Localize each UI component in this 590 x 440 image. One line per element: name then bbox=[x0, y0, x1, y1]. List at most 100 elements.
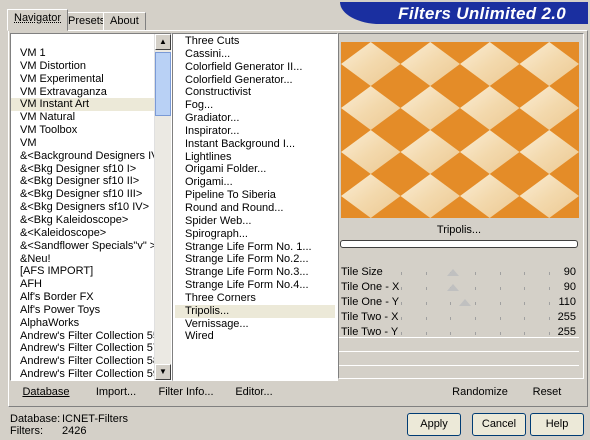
filter-item[interactable]: Colorfield Generator II... bbox=[175, 61, 335, 74]
scroll-up-button[interactable]: ▲ bbox=[155, 34, 171, 50]
slider-tick bbox=[425, 317, 427, 320]
progress-bar bbox=[340, 240, 578, 248]
category-item[interactable]: Andrew's Filter Collection 57 bbox=[11, 342, 159, 355]
filter-list[interactable]: Three Cuts Cassini... Colorfield Generator… bbox=[172, 33, 338, 381]
param-label: Tile Size bbox=[341, 266, 383, 278]
category-item[interactable]: Alf's Power Toys bbox=[11, 304, 155, 317]
filter-items: Three Cuts Cassini... Colorfield Generator… bbox=[175, 35, 335, 343]
scroll-down-button[interactable]: ▼ bbox=[155, 364, 171, 380]
param-label: Tile Two - X bbox=[341, 311, 399, 323]
filter-item[interactable]: Strange Life Form No.2... bbox=[175, 253, 335, 266]
category-item[interactable]: &<Bkg Designer sf10 III> bbox=[11, 188, 155, 201]
category-item[interactable]: VM Instant Art bbox=[11, 98, 155, 112]
reset-button[interactable]: Reset bbox=[530, 386, 564, 398]
filter-item[interactable]: Tripolis... bbox=[175, 304, 335, 318]
filter-item[interactable]: Vernissage... bbox=[175, 318, 335, 331]
help-button[interactable]: Help bbox=[530, 413, 584, 436]
param-slider-row[interactable]: Tile One - Y 110 bbox=[339, 296, 579, 310]
category-list[interactable]: VM 1 VM Distortion VM Experimental VM Extra… bbox=[10, 33, 172, 381]
filter-item[interactable]: Origami Folder... bbox=[175, 163, 335, 176]
tab-about[interactable]: About bbox=[103, 12, 146, 30]
filter-item[interactable]: Lightlines bbox=[175, 151, 335, 164]
category-item[interactable]: Alf's Border FX bbox=[11, 291, 155, 304]
cancel-button[interactable]: Cancel bbox=[472, 413, 526, 436]
slider-thumb[interactable] bbox=[446, 284, 459, 291]
category-item[interactable]: VM Distortion bbox=[11, 60, 155, 73]
randomize-label: Randomize bbox=[452, 386, 508, 398]
slider-tick bbox=[524, 317, 526, 320]
filter-item[interactable]: Three Cuts bbox=[175, 35, 335, 48]
filter-item[interactable]: Strange Life Form No. 1... bbox=[175, 241, 335, 254]
filter-item[interactable]: Spirograph... bbox=[175, 228, 335, 241]
category-item[interactable]: Andrew's Filter Collection 58 bbox=[11, 355, 159, 368]
param-slider-track[interactable] bbox=[401, 284, 550, 293]
slider-tick bbox=[499, 272, 501, 275]
category-item[interactable]: &<Background Designers IV> bbox=[11, 150, 165, 163]
category-item[interactable]: [AFS IMPORT] bbox=[11, 265, 155, 278]
filter-item[interactable]: Inspirator... bbox=[175, 125, 335, 138]
category-item[interactable]: AFH bbox=[11, 278, 155, 291]
slider-tick bbox=[475, 287, 476, 290]
param-slider-row[interactable]: Tile One - X 90 bbox=[339, 281, 579, 295]
filter-item[interactable]: Origami... bbox=[175, 176, 335, 189]
filter-info-button[interactable]: Filter Info... bbox=[158, 386, 214, 398]
filter-item[interactable]: Pipeline To Siberia bbox=[175, 189, 335, 202]
category-item[interactable]: VM Experimental bbox=[11, 73, 155, 86]
editor-button[interactable]: Editor... bbox=[234, 386, 274, 398]
filter-item[interactable]: Strange Life Form No.3... bbox=[175, 266, 335, 279]
empty-param-row bbox=[339, 337, 579, 352]
category-item[interactable]: &<Bkg Designer sf10 I> bbox=[11, 163, 155, 176]
category-item[interactable]: &<Sandflower Specials"v" > bbox=[11, 240, 156, 253]
category-item[interactable]: &Neu! bbox=[11, 253, 155, 266]
category-item[interactable]: VM bbox=[11, 137, 155, 150]
param-slider-track[interactable] bbox=[401, 269, 550, 278]
apply-label: Apply bbox=[420, 418, 448, 430]
filter-item[interactable]: Colorfield Generator... bbox=[175, 74, 335, 87]
param-slider-row[interactable]: Tile Size 90 bbox=[339, 266, 579, 280]
filter-item[interactable]: Instant Background I... bbox=[175, 138, 335, 151]
category-item[interactable]: VM Natural bbox=[11, 111, 155, 124]
filter-item[interactable]: Three Corners bbox=[175, 292, 335, 305]
filter-name-button[interactable]: Tripolis... bbox=[340, 224, 578, 238]
category-item[interactable]: &<Bkg Kaleidoscope> bbox=[11, 214, 155, 227]
scroll-thumb[interactable] bbox=[155, 52, 171, 116]
category-item[interactable]: Andrew's Filter Collection 55 bbox=[11, 330, 159, 343]
tab-navigator[interactable]: Navigator bbox=[7, 9, 69, 31]
status-database-value: ICNET-Filters bbox=[62, 413, 128, 425]
param-slider-track[interactable] bbox=[401, 317, 550, 323]
category-item[interactable]: &<Bkg Designer sf10 II> bbox=[11, 175, 155, 188]
category-item[interactable]: VM 1 bbox=[11, 47, 155, 60]
category-item[interactable]: AlphaWorks bbox=[11, 317, 155, 330]
slider-tick bbox=[524, 302, 526, 305]
filter-item[interactable]: Gradiator... bbox=[175, 112, 335, 125]
filter-item[interactable]: Cassini... bbox=[175, 48, 335, 61]
filter-item[interactable]: Fog... bbox=[175, 99, 335, 112]
app-banner: Filters Unlimited 2.0 bbox=[340, 2, 588, 24]
filter-item[interactable]: Wired bbox=[175, 330, 335, 343]
category-item[interactable]: VM Extravaganza bbox=[11, 86, 155, 99]
slider-tick bbox=[425, 332, 427, 335]
filter-item[interactable]: Spider Web... bbox=[175, 215, 335, 228]
slider-thumb[interactable] bbox=[446, 269, 459, 276]
param-slider-row[interactable]: Tile Two - X 255 bbox=[339, 311, 579, 325]
filter-item[interactable]: Strange Life Form No.4... bbox=[175, 279, 335, 292]
apply-button[interactable]: Apply bbox=[407, 413, 461, 436]
import-button[interactable]: Import... bbox=[94, 386, 138, 398]
slider-tick bbox=[401, 287, 402, 290]
slider-tick bbox=[401, 272, 402, 275]
category-item[interactable]: &<Bkg Designers sf10 IV> bbox=[11, 201, 155, 214]
category-item[interactable]: Andrew's Filter Collection 59 bbox=[11, 368, 159, 380]
slider-tick bbox=[450, 332, 452, 335]
tab-about-label: About bbox=[110, 15, 139, 27]
filter-item[interactable]: Round and Round... bbox=[175, 202, 335, 215]
category-scrollbar[interactable]: ▲ ▼ bbox=[154, 34, 171, 380]
category-item[interactable]: &<Kaleidoscope> bbox=[11, 227, 155, 240]
slider-tick bbox=[499, 302, 501, 305]
param-slider-track[interactable] bbox=[401, 299, 550, 308]
randomize-button[interactable]: Randomize bbox=[450, 386, 510, 398]
slider-thumb[interactable] bbox=[458, 299, 471, 306]
filter-item[interactable]: Constructivist bbox=[175, 86, 335, 99]
database-button[interactable]: Database bbox=[18, 386, 74, 398]
category-item[interactable]: VM Toolbox bbox=[11, 124, 155, 137]
slider-tick bbox=[425, 302, 427, 305]
